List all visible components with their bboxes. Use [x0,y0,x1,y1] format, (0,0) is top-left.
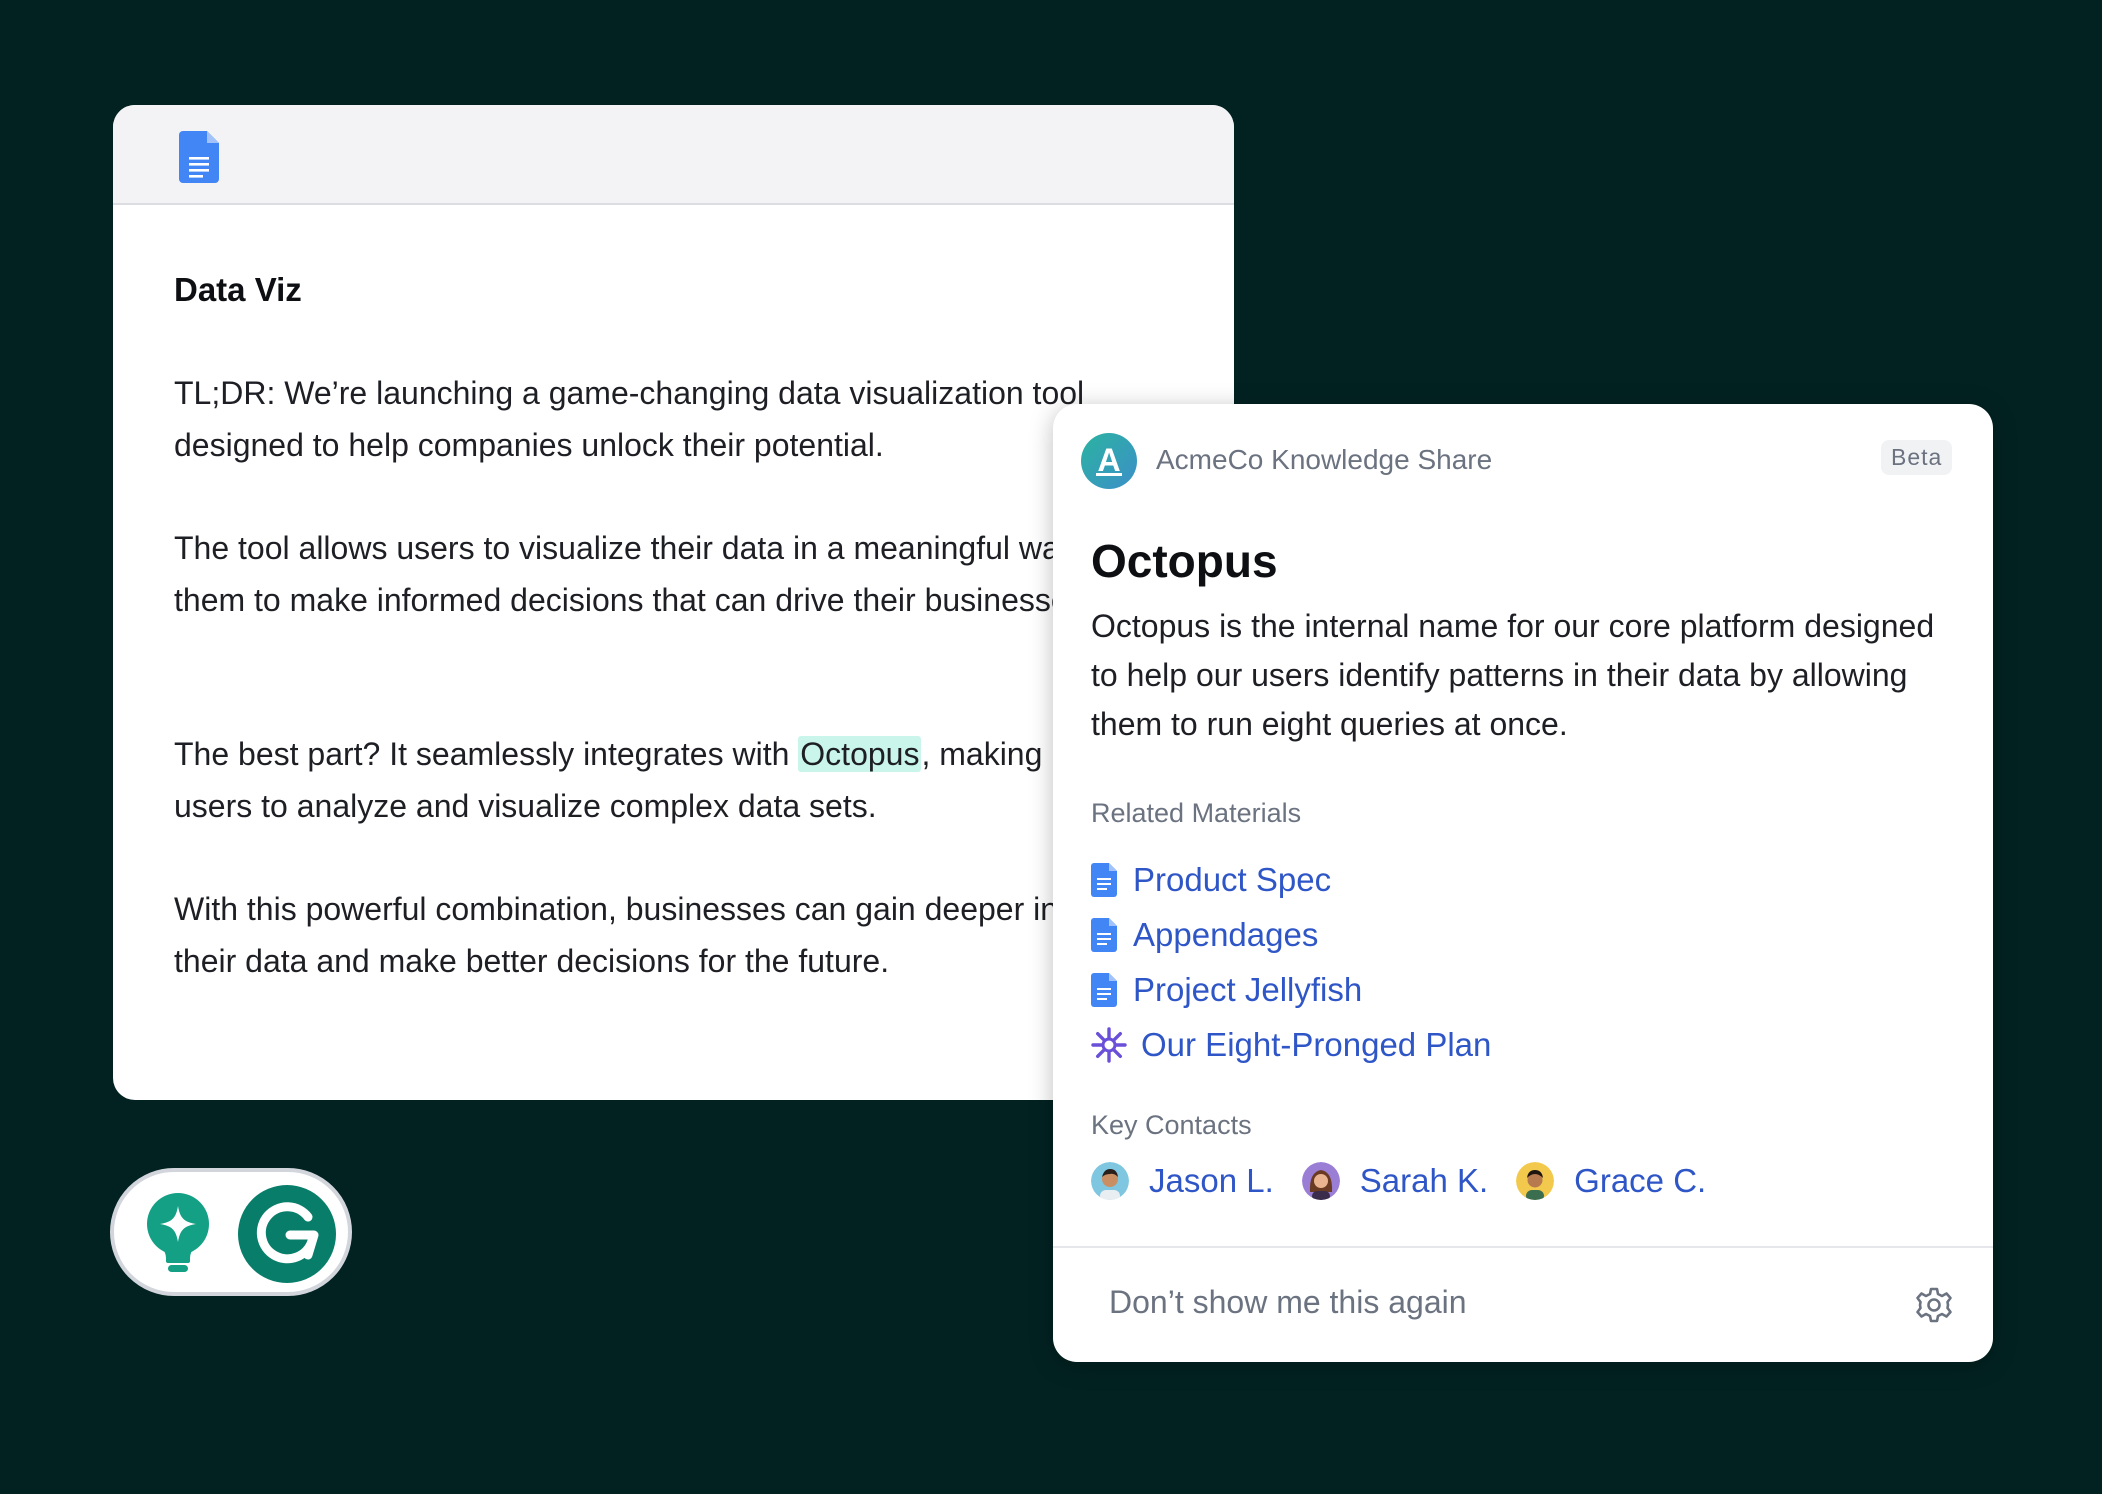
document-header [113,105,1234,205]
knowledge-share-card: A AcmeCo Knowledge Share Beta Octopus Oc… [1053,404,1993,1362]
highlighted-term-octopus[interactable]: Octopus [798,736,922,772]
avatar [1301,1162,1340,1200]
avatar [1091,1162,1129,1200]
card-footer: Don’t show me this again [1053,1246,1993,1362]
contact-name[interactable]: Grace C. [1574,1162,1706,1200]
contact-jason[interactable]: Jason L. [1091,1162,1274,1200]
card-description: Octopus is the internal name for our cor… [1091,608,1935,742]
google-docs-icon [1091,862,1117,897]
acmeco-logo-icon: A [1081,433,1137,489]
material-label[interactable]: Project Jellyfish [1133,971,1362,1009]
google-docs-icon [1091,917,1117,952]
sparkle-burst-icon [1091,1026,1127,1063]
avatar [1516,1162,1555,1200]
beta-badge: Beta [1881,440,1953,475]
grammarly-logo-icon[interactable] [238,1185,336,1283]
contact-name[interactable]: Sarah K. [1360,1162,1488,1200]
dont-show-again-button[interactable]: Don’t show me this again [1109,1284,1467,1321]
material-link-project-jellyfish[interactable]: Project Jellyfish [1091,962,1491,1017]
material-link-eight-pronged-plan[interactable]: Our Eight-Pronged Plan [1091,1017,1491,1072]
contact-grace[interactable]: Grace C. [1516,1162,1706,1200]
card-title: Octopus [1091,535,1278,587]
google-docs-icon [1091,972,1117,1007]
material-label[interactable]: Appendages [1133,916,1318,954]
related-materials-list: Product Spec Appendages Project Jellyfis… [1091,852,1491,1072]
material-link-appendages[interactable]: Appendages [1091,907,1491,962]
brand-name: AcmeCo Knowledge Share [1156,444,1493,475]
key-contacts-list: Jason L. Sarah K. Grace C. [1091,1162,1734,1200]
gear-icon[interactable] [1915,1286,1953,1324]
key-contacts-label: Key Contacts [1091,1110,1252,1140]
paragraph-text: The best part? It seamlessly integrates … [174,736,799,772]
google-docs-icon [179,131,219,188]
contact-sarah[interactable]: Sarah K. [1301,1162,1488,1200]
grammarly-widget[interactable] [110,1168,352,1296]
document-title: Data Viz [174,271,302,308]
material-label[interactable]: Product Spec [1133,861,1331,899]
contact-name[interactable]: Jason L. [1149,1162,1274,1200]
related-materials-label: Related Materials [1091,798,1302,828]
material-link-product-spec[interactable]: Product Spec [1091,852,1491,907]
lightbulb-sparkle-icon[interactable] [144,1192,212,1281]
material-label[interactable]: Our Eight-Pronged Plan [1141,1026,1491,1064]
